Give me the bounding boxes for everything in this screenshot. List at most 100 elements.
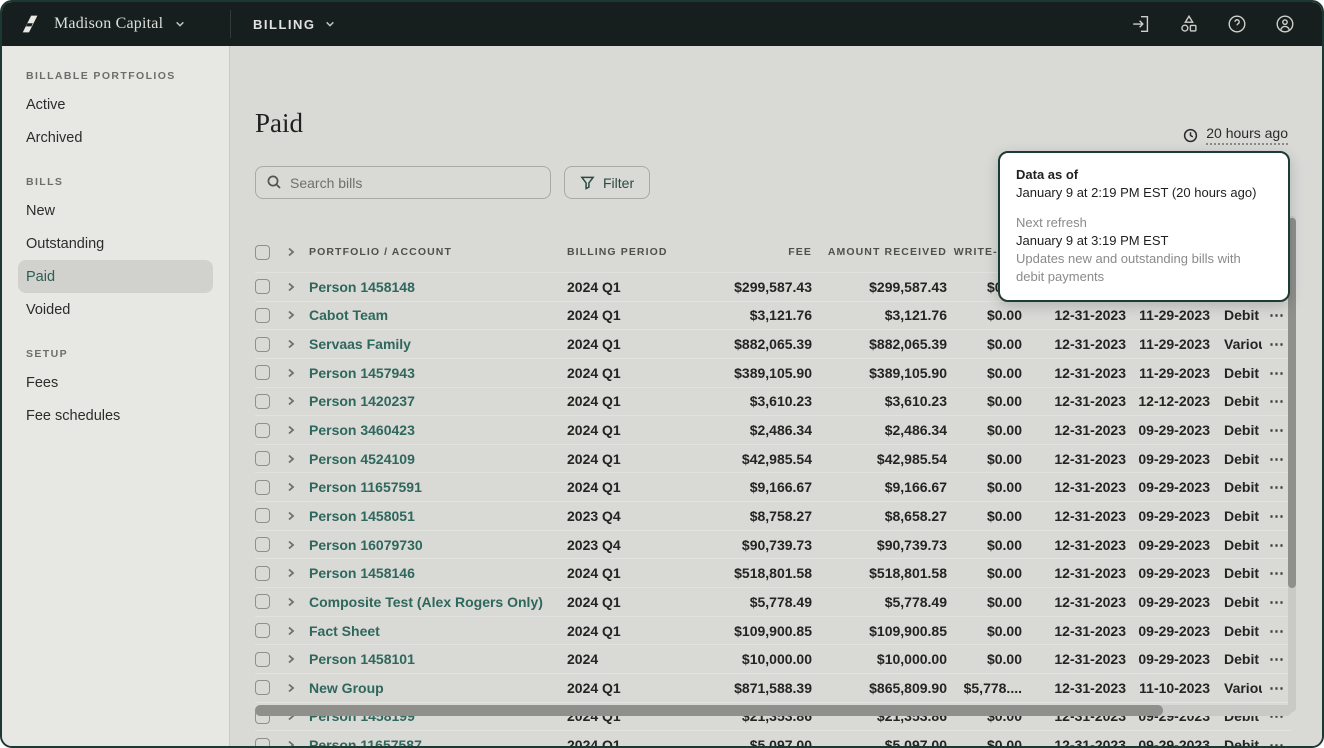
row-expand-chevron-icon[interactable] bbox=[285, 653, 297, 665]
row-checkbox[interactable] bbox=[255, 508, 270, 523]
row-expand-chevron-icon[interactable] bbox=[285, 539, 297, 551]
table-row: Person 14580512023 Q4$8,758.27$8,658.27$… bbox=[255, 501, 1292, 530]
row-expand-chevron-icon[interactable] bbox=[285, 367, 297, 379]
cell-received: $5,778.49 bbox=[812, 594, 947, 610]
cell-received: $299,587.43 bbox=[812, 279, 947, 295]
portfolio-link[interactable]: Person 3460423 bbox=[309, 422, 415, 438]
cell-payment: Debit bbox=[1210, 393, 1262, 409]
portfolio-link[interactable]: Person 1457943 bbox=[309, 365, 415, 381]
row-expand-chevron-icon[interactable] bbox=[285, 739, 297, 748]
column-header-received[interactable]: AMOUNT RECEIVED bbox=[812, 246, 947, 258]
sidebar-item-fee-schedules[interactable]: Fee schedules bbox=[18, 399, 213, 432]
row-menu-button[interactable]: ⋯ bbox=[1269, 307, 1285, 324]
row-expand-chevron-icon[interactable] bbox=[285, 281, 297, 293]
row-expand-chevron-icon[interactable] bbox=[285, 338, 297, 350]
row-expand-chevron-icon[interactable] bbox=[285, 309, 297, 321]
row-menu-button[interactable]: ⋯ bbox=[1269, 508, 1285, 525]
row-checkbox[interactable] bbox=[255, 279, 270, 294]
portfolio-link[interactable]: New Group bbox=[309, 680, 384, 696]
row-checkbox[interactable] bbox=[255, 594, 270, 609]
cell-portfolio: Person 11657591 bbox=[309, 479, 567, 495]
row-menu-button[interactable]: ⋯ bbox=[1269, 565, 1285, 582]
row-menu-button[interactable]: ⋯ bbox=[1269, 365, 1285, 382]
portfolio-link[interactable]: Person 11657591 bbox=[309, 479, 422, 495]
row-menu-button[interactable]: ⋯ bbox=[1269, 479, 1285, 496]
column-header-fee[interactable]: FEE bbox=[697, 246, 812, 258]
row-checkbox[interactable] bbox=[255, 337, 270, 352]
column-header-portfolio[interactable]: PORTFOLIO / ACCOUNT bbox=[309, 246, 567, 258]
sidebar-item-voided[interactable]: Voided bbox=[18, 293, 213, 326]
tooltip-data-as-of-value: January 9 at 2:19 PM EST (20 hours ago) bbox=[1016, 184, 1272, 202]
horizontal-scrollbar-thumb[interactable] bbox=[255, 705, 1163, 716]
row-expand-chevron-icon[interactable] bbox=[285, 682, 297, 694]
column-header-period[interactable]: BILLING PERIOD bbox=[567, 246, 697, 258]
portfolio-link[interactable]: Person 16079730 bbox=[309, 537, 423, 553]
portfolio-link[interactable]: Person 1458148 bbox=[309, 279, 415, 295]
row-checkbox[interactable] bbox=[255, 680, 270, 695]
product-switcher[interactable]: BILLING bbox=[253, 17, 335, 32]
cell-received: $5,097.00 bbox=[812, 737, 947, 748]
portfolio-link[interactable]: Person 1420237 bbox=[309, 393, 415, 409]
row-expand-cell bbox=[285, 395, 305, 407]
portfolio-link[interactable]: Fact Sheet bbox=[309, 623, 380, 639]
cell-fee: $8,758.27 bbox=[697, 508, 812, 524]
row-expand-chevron-icon[interactable] bbox=[285, 481, 297, 493]
portfolio-link[interactable]: Cabot Team bbox=[309, 307, 388, 323]
row-expand-chevron-icon[interactable] bbox=[285, 453, 297, 465]
org-switcher[interactable]: Madison Capital bbox=[2, 2, 230, 46]
row-expand-chevron-icon[interactable] bbox=[285, 567, 297, 579]
row-checkbox[interactable] bbox=[255, 451, 270, 466]
row-checkbox[interactable] bbox=[255, 623, 270, 638]
cell-portfolio: Person 1457943 bbox=[309, 365, 567, 381]
portfolio-link[interactable]: Person 1458101 bbox=[309, 651, 415, 667]
row-menu-button[interactable]: ⋯ bbox=[1269, 393, 1285, 410]
row-menu-button[interactable]: ⋯ bbox=[1269, 422, 1285, 439]
row-checkbox[interactable] bbox=[255, 566, 270, 581]
row-menu-button[interactable]: ⋯ bbox=[1269, 594, 1285, 611]
row-menu-button[interactable]: ⋯ bbox=[1269, 737, 1285, 748]
row-checkbox[interactable] bbox=[255, 537, 270, 552]
sidebar-item-outstanding[interactable]: Outstanding bbox=[18, 227, 213, 260]
horizontal-scrollbar-track[interactable] bbox=[255, 705, 1292, 716]
portfolio-link[interactable]: Composite Test (Alex Rogers Only) bbox=[309, 594, 543, 610]
row-checkbox[interactable] bbox=[255, 308, 270, 323]
sidebar-item-archived[interactable]: Archived bbox=[18, 121, 213, 154]
row-checkbox[interactable] bbox=[255, 394, 270, 409]
integrations-icon[interactable] bbox=[1178, 13, 1200, 35]
sidebar-item-new[interactable]: New bbox=[18, 194, 213, 227]
cell-write-off: $0.00 bbox=[947, 422, 1022, 438]
account-icon[interactable] bbox=[1274, 13, 1296, 35]
row-expand-chevron-icon[interactable] bbox=[285, 424, 297, 436]
portfolio-link[interactable]: Person 1458146 bbox=[309, 565, 415, 581]
sidebar-item-paid[interactable]: Paid bbox=[18, 260, 213, 293]
sidebar-item-fees[interactable]: Fees bbox=[18, 366, 213, 399]
expand-all-chevron-icon[interactable] bbox=[285, 246, 297, 258]
row-checkbox[interactable] bbox=[255, 652, 270, 667]
tooltip-next-refresh-label: Next refresh bbox=[1016, 214, 1272, 232]
row-expand-chevron-icon[interactable] bbox=[285, 625, 297, 637]
row-menu-button[interactable]: ⋯ bbox=[1269, 537, 1285, 554]
select-all-checkbox[interactable] bbox=[255, 245, 270, 260]
row-menu-button[interactable]: ⋯ bbox=[1269, 623, 1285, 640]
row-menu-button[interactable]: ⋯ bbox=[1269, 651, 1285, 668]
row-checkbox[interactable] bbox=[255, 480, 270, 495]
portfolio-link[interactable]: Servaas Family bbox=[309, 336, 411, 352]
row-expand-chevron-icon[interactable] bbox=[285, 596, 297, 608]
row-expand-cell bbox=[285, 653, 305, 665]
row-checkbox[interactable] bbox=[255, 423, 270, 438]
import-icon[interactable] bbox=[1130, 13, 1152, 35]
row-menu-button[interactable]: ⋯ bbox=[1269, 451, 1285, 468]
row-checkbox[interactable] bbox=[255, 365, 270, 380]
help-icon[interactable] bbox=[1226, 13, 1248, 35]
portfolio-link[interactable]: Person 1458051 bbox=[309, 508, 415, 524]
cell-received: $882,065.39 bbox=[812, 336, 947, 352]
cell-period: 2024 Q1 bbox=[567, 451, 697, 467]
row-checkbox[interactable] bbox=[255, 738, 270, 748]
sidebar-item-active[interactable]: Active bbox=[18, 88, 213, 121]
portfolio-link[interactable]: Person 11657587 bbox=[309, 737, 422, 748]
row-expand-chevron-icon[interactable] bbox=[285, 395, 297, 407]
portfolio-link[interactable]: Person 4524109 bbox=[309, 451, 415, 467]
row-menu-button[interactable]: ⋯ bbox=[1269, 680, 1285, 697]
row-expand-chevron-icon[interactable] bbox=[285, 510, 297, 522]
row-menu-button[interactable]: ⋯ bbox=[1269, 336, 1285, 353]
